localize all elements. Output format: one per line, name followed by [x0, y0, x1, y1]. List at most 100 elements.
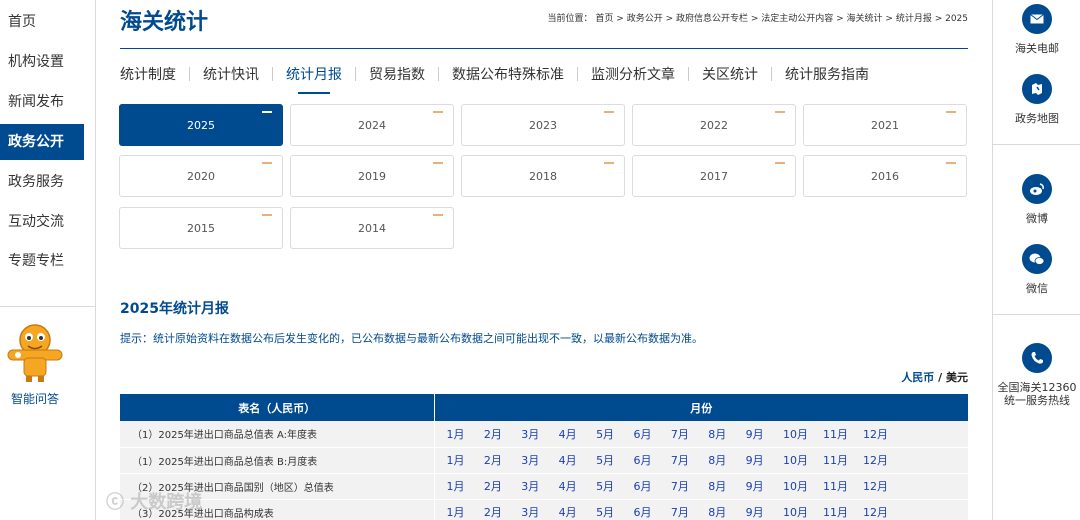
tab-analysis[interactable]: 监测分析文章: [591, 64, 675, 92]
month-link[interactable]: 11月: [823, 452, 863, 468]
month-link[interactable]: 4月: [559, 426, 596, 442]
month-link[interactable]: 9月: [746, 426, 783, 442]
month-link[interactable]: 7月: [671, 452, 708, 468]
year-button-2018[interactable]: 2018: [461, 155, 625, 197]
month-link[interactable]: 6月: [633, 452, 670, 468]
month-link[interactable]: 4月: [559, 478, 596, 494]
year-button-2015[interactable]: 2015: [119, 207, 283, 249]
year-button-2023[interactable]: 2023: [461, 104, 625, 146]
month-link[interactable]: 1月: [447, 504, 484, 520]
month-link[interactable]: 1月: [447, 426, 484, 442]
month-link[interactable]: 6月: [633, 478, 670, 494]
wechat-link[interactable]: 微信: [993, 244, 1080, 295]
month-link[interactable]: 10月: [783, 504, 823, 520]
month-link[interactable]: 8月: [708, 426, 745, 442]
month-link[interactable]: 4月: [559, 504, 596, 520]
nav-item-interaction[interactable]: 互动交流: [0, 204, 84, 240]
gov-map-label: 政务地图: [1015, 112, 1059, 125]
month-link[interactable]: 2月: [484, 478, 521, 494]
month-link[interactable]: 5月: [596, 504, 633, 520]
customs-email-link[interactable]: 海关电邮: [993, 4, 1080, 55]
month-link[interactable]: 8月: [708, 478, 745, 494]
month-link[interactable]: 12月: [863, 426, 903, 442]
dash-icon: [433, 111, 443, 113]
month-link[interactable]: 10月: [783, 478, 823, 494]
breadcrumb-statutory[interactable]: 法定主动公开内容: [761, 14, 833, 24]
breadcrumb-info-column[interactable]: 政府信息公开专栏: [676, 14, 748, 24]
gov-map-link[interactable]: 政务地图: [993, 74, 1080, 125]
month-link[interactable]: 9月: [746, 504, 783, 520]
year-button-2017[interactable]: 2017: [632, 155, 796, 197]
month-link[interactable]: 5月: [596, 426, 633, 442]
month-link[interactable]: 11月: [823, 504, 863, 520]
month-link[interactable]: 7月: [671, 504, 708, 520]
month-link[interactable]: 6月: [633, 426, 670, 442]
month-link[interactable]: 12月: [863, 452, 903, 468]
month-link[interactable]: 8月: [708, 452, 745, 468]
phone-icon: [1022, 343, 1052, 373]
currency-usd-link[interactable]: 美元: [946, 371, 968, 384]
nav-item-organization[interactable]: 机构设置: [0, 44, 84, 80]
month-link[interactable]: 3月: [521, 504, 558, 520]
data-hint: 提示：统计原始资料在数据公布后发生变化的，已公布数据与最新公布数据之间可能出现不…: [120, 332, 703, 345]
month-link[interactable]: 8月: [708, 504, 745, 520]
nav-item-topics[interactable]: 专题专栏: [0, 243, 84, 279]
month-link[interactable]: 2月: [484, 504, 521, 520]
hotline-link[interactable]: 全国海关12360 统一服务热线: [993, 343, 1080, 407]
nav-item-home[interactable]: 首页: [0, 4, 84, 40]
year-button-2020[interactable]: 2020: [119, 155, 283, 197]
year-button-2024[interactable]: 2024: [290, 104, 454, 146]
month-link[interactable]: 10月: [783, 452, 823, 468]
month-link[interactable]: 2月: [484, 426, 521, 442]
currency-rmb-link[interactable]: 人民币: [901, 371, 934, 384]
year-button-2025[interactable]: 2025: [119, 104, 283, 146]
section-title: 2025年统计月报: [120, 301, 229, 317]
tab-trade-index[interactable]: 贸易指数: [369, 64, 425, 92]
nav-item-news[interactable]: 新闻发布: [0, 84, 84, 120]
wechat-label: 微信: [1026, 282, 1048, 295]
tab-system[interactable]: 统计制度: [120, 64, 176, 92]
year-label: 2023: [529, 119, 557, 132]
weibo-link[interactable]: 微博: [993, 174, 1080, 225]
tab-monthly-report[interactable]: 统计月报: [286, 64, 342, 94]
month-link[interactable]: 1月: [447, 478, 484, 494]
nav-item-government-affairs[interactable]: 政务公开: [0, 124, 84, 160]
month-link[interactable]: 3月: [521, 478, 558, 494]
month-link[interactable]: 9月: [746, 478, 783, 494]
tab-service-guide[interactable]: 统计服务指南: [785, 64, 869, 92]
mascot-key-icon[interactable]: [4, 320, 66, 384]
breadcrumb-gov-affairs[interactable]: 政务公开: [627, 14, 663, 24]
month-link[interactable]: 12月: [863, 478, 903, 494]
month-link[interactable]: 1月: [447, 452, 484, 468]
month-link[interactable]: 12月: [863, 504, 903, 520]
year-button-2022[interactable]: 2022: [632, 104, 796, 146]
breadcrumb-monthly[interactable]: 统计月报: [896, 14, 932, 24]
year-button-2016[interactable]: 2016: [803, 155, 967, 197]
dash-icon: [946, 162, 956, 164]
month-link[interactable]: 11月: [823, 478, 863, 494]
year-button-2019[interactable]: 2019: [290, 155, 454, 197]
year-button-2021[interactable]: 2021: [803, 104, 967, 146]
tab-district-stats[interactable]: 关区统计: [702, 64, 758, 92]
month-link[interactable]: 4月: [559, 452, 596, 468]
month-link[interactable]: 7月: [671, 426, 708, 442]
month-link[interactable]: 5月: [596, 452, 633, 468]
year-button-2014[interactable]: 2014: [290, 207, 454, 249]
breadcrumb-home[interactable]: 首页: [595, 14, 613, 24]
month-link[interactable]: 5月: [596, 478, 633, 494]
smart-qa-label[interactable]: 智能问答: [11, 390, 59, 407]
month-link[interactable]: 2月: [484, 452, 521, 468]
tab-flash[interactable]: 统计快讯: [203, 64, 259, 92]
month-link[interactable]: 3月: [521, 452, 558, 468]
year-label: 2021: [871, 119, 899, 132]
column-header-month: 月份: [434, 394, 968, 421]
month-link[interactable]: 11月: [823, 426, 863, 442]
month-link[interactable]: 6月: [633, 504, 670, 520]
tab-data-standard[interactable]: 数据公布特殊标准: [452, 64, 564, 92]
month-link[interactable]: 7月: [671, 478, 708, 494]
breadcrumb-customs-stats[interactable]: 海关统计: [847, 14, 883, 24]
month-link[interactable]: 3月: [521, 426, 558, 442]
month-link[interactable]: 10月: [783, 426, 823, 442]
month-link[interactable]: 9月: [746, 452, 783, 468]
nav-item-services[interactable]: 政务服务: [0, 164, 84, 200]
